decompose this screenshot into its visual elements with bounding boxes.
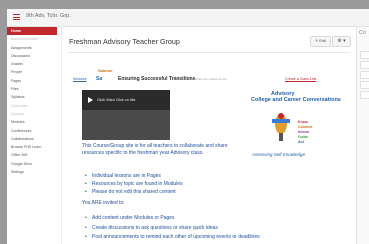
sidebar-item-grades[interactable]: Grades: [7, 60, 57, 68]
sidebar-item-home[interactable]: Home: [7, 27, 57, 36]
right-panel-edge: [356, 27, 369, 244]
list-item: • Please do not edit this shared content: [85, 188, 176, 195]
list-item: • Create discussions to ask questions or …: [85, 224, 218, 231]
right-panel-button[interactable]: [360, 51, 369, 59]
right-panel-label: Co: [359, 30, 367, 36]
sidebar-item-conferences[interactable]: Conferences: [7, 127, 57, 135]
sidebar-item-people[interactable]: People: [7, 68, 57, 76]
sidebar-item-settings[interactable]: Settings: [7, 168, 57, 176]
fish-top-text: Salmon: [98, 68, 113, 73]
logo-tagline: Assessing Self Knowledge: [252, 152, 306, 157]
sidebar-item-browse-fhs-learn[interactable]: Browse FHS Learn: [7, 143, 57, 151]
logo-word: Guide: [298, 135, 309, 139]
right-panel-button[interactable]: [360, 81, 369, 89]
list-item: • Add content under Modules or Pages: [85, 215, 175, 221]
gear-icon: ⚙ ▾: [337, 38, 346, 44]
video-player[interactable]: Click Video Click on this: [82, 90, 170, 140]
logo-title: College and Career Conversations: [251, 97, 341, 103]
create-class-link[interactable]: Create a Class Link: [285, 77, 316, 81]
sidebar-item-assignments[interactable]: Assignments: [7, 44, 57, 52]
sidebar-item-office-365[interactable]: Office 365: [7, 151, 57, 159]
list-item: • Individual lessons are in Pages: [85, 173, 161, 179]
right-panel-button[interactable]: [360, 91, 369, 99]
logo-word: Inform: [298, 130, 310, 134]
sidebar-item-pages[interactable]: Pages: [7, 77, 57, 85]
sidebar-item-syllabus[interactable]: Syllabus: [7, 93, 57, 101]
page-title: Freshman Advisory Teacher Group: [69, 37, 180, 46]
invite-heading: You ARE invited to:: [82, 200, 125, 206]
transition-subtitle: (Including a climate chart every student…: [174, 78, 227, 81]
sidebar-item-files[interactable]: Files: [7, 85, 57, 93]
logo-word: Connect: [298, 125, 313, 129]
right-panel-button[interactable]: [360, 71, 369, 79]
sidebar-item-collaborations[interactable]: Collaborations: [7, 135, 57, 143]
modules-link[interactable]: Modules: [73, 77, 87, 81]
course-page: 9th Adv. Tchr. Grp. Home Announcements Ass…: [7, 9, 369, 244]
info-list: • Individual lessons are in Pages • Resour…: [82, 173, 312, 196]
logo-word: Act: [298, 140, 304, 144]
course-nav-sidebar: Home Announcements Assignments Discussions G…: [7, 27, 57, 244]
invite-list: • Add content under Modules or Pages • Cre…: [82, 214, 322, 243]
video-label: Click Video Click on this: [97, 98, 136, 102]
sidebar-item-quizzes[interactable]: Quizzes: [7, 110, 57, 118]
fish-bottom-text: Sa: [96, 76, 103, 82]
edit-label: Edit: [319, 39, 326, 43]
sidebar-item-announcements[interactable]: Announcements: [7, 35, 57, 43]
play-icon[interactable]: [88, 97, 93, 103]
right-panel-button[interactable]: [360, 61, 369, 69]
sidebar-item-discussions[interactable]: Discussions: [7, 52, 57, 60]
intro-text: This Course/Group site is for all teache…: [82, 143, 228, 157]
sidebar-item-google-drive[interactable]: Google Drive: [7, 160, 57, 168]
list-item: • Resources by topic are found in Modules: [85, 180, 183, 187]
title-rule: [69, 52, 351, 53]
logo-figure-icon: [272, 113, 290, 141]
logo-word: Know: [298, 120, 308, 124]
sidebar-item-modules[interactable]: Modules: [7, 118, 57, 126]
edit-button[interactable]: ✎ Edit: [310, 36, 331, 47]
list-item: • Post announcements to remind each other…: [85, 234, 260, 240]
breadcrumb[interactable]: 9th Adv. Tchr. Grp.: [26, 13, 71, 19]
sidebar-divider: [61, 27, 62, 244]
settings-menu-button[interactable]: ⚙ ▾: [332, 36, 351, 47]
video-frame: [82, 110, 170, 140]
top-bar: 9th Adv. Tchr. Grp.: [7, 9, 369, 27]
transition-fish-image: Salmon Sa: [96, 68, 113, 85]
advisory-logo: Advisory College and Career Conversation…: [232, 89, 341, 164]
hamburger-menu-icon[interactable]: [13, 14, 20, 20]
sidebar-item-outcomes[interactable]: Outcomes: [7, 102, 57, 110]
screen: 9th Adv. Tchr. Grp. Home Announcements Ass…: [0, 0, 369, 244]
